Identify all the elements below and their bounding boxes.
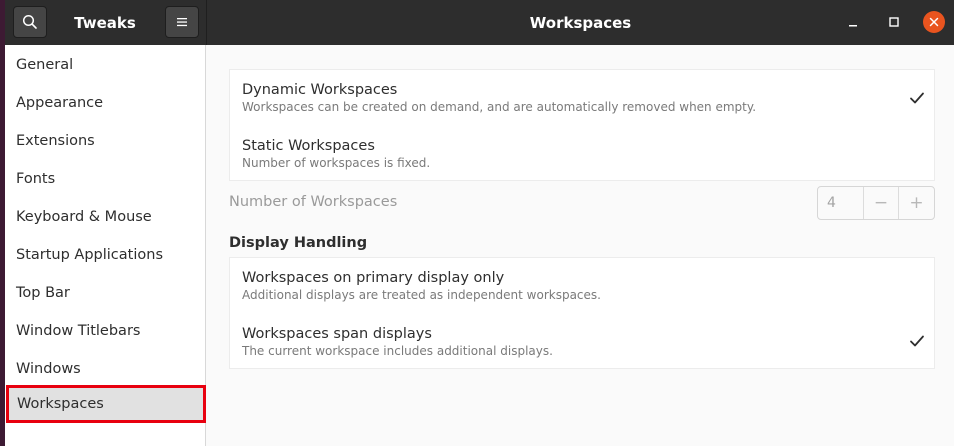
minimize-icon <box>849 25 857 27</box>
sidebar-item-appearance[interactable]: Appearance <box>5 84 206 122</box>
tweaks-window: Tweaks Workspaces General Appearance Ext… <box>5 0 954 446</box>
close-icon <box>929 17 939 27</box>
sidebar-item-workspaces[interactable]: Workspaces <box>6 385 206 423</box>
workspace-mode-list: Dynamic Workspaces Workspaces can be cre… <box>229 69 935 181</box>
option-title: Dynamic Workspaces <box>242 82 398 98</box>
checkmark-icon <box>910 92 924 104</box>
decrement-button[interactable]: − <box>864 187 899 219</box>
workspace-count-input[interactable]: 4 <box>818 187 864 219</box>
minimize-button[interactable] <box>842 11 864 33</box>
header-bar: Tweaks Workspaces <box>5 0 954 45</box>
increment-button[interactable]: + <box>899 187 934 219</box>
option-title: Static Workspaces <box>242 138 375 154</box>
sidebar-item-label: General <box>16 57 74 73</box>
sidebar-item-label: Extensions <box>16 133 95 149</box>
option-subtitle: The current workspace includes additiona… <box>242 344 553 358</box>
sidebar-item-label: Keyboard & Mouse <box>16 209 152 225</box>
number-of-workspaces-label: Number of Workspaces <box>229 194 398 210</box>
sidebar-item-window-titlebars[interactable]: Window Titlebars <box>5 312 206 350</box>
display-handling-list: Workspaces on primary display only Addit… <box>229 257 935 369</box>
search-button[interactable] <box>13 6 47 38</box>
option-title: Workspaces span displays <box>242 326 432 342</box>
option-subtitle: Workspaces can be created on demand, and… <box>242 100 757 114</box>
sidebar: General Appearance Extensions Fonts Keyb… <box>5 45 206 446</box>
sidebar-item-general[interactable]: General <box>5 46 206 84</box>
dynamic-workspaces-option[interactable]: Dynamic Workspaces Workspaces can be cre… <box>230 70 936 126</box>
sidebar-item-fonts[interactable]: Fonts <box>5 160 206 198</box>
sidebar-item-extensions[interactable]: Extensions <box>5 122 206 160</box>
workspaces-panel: Dynamic Workspaces Workspaces can be cre… <box>207 45 954 446</box>
sidebar-item-label: Window Titlebars <box>16 323 141 339</box>
sidebar-item-label: Workspaces <box>17 396 104 412</box>
sidebar-item-windows[interactable]: Windows <box>5 350 206 388</box>
sidebar-item-label: Startup Applications <box>16 247 163 263</box>
option-subtitle: Additional displays are treated as indep… <box>242 288 601 302</box>
option-subtitle: Number of workspaces is fixed. <box>242 156 431 170</box>
sidebar-item-label: Fonts <box>16 171 56 187</box>
primary-display-only-option[interactable]: Workspaces on primary display only Addit… <box>230 258 936 314</box>
close-button[interactable] <box>923 11 945 33</box>
hamburger-menu-icon <box>177 18 187 27</box>
sidebar-item-label: Top Bar <box>16 285 70 301</box>
sidebar-item-top-bar[interactable]: Top Bar <box>5 274 206 312</box>
maximize-icon <box>889 17 899 27</box>
checkmark-icon <box>910 335 924 347</box>
maximize-button[interactable] <box>883 11 905 33</box>
number-of-workspaces-stepper: 4 − + <box>817 186 935 220</box>
sidebar-item-keyboard-mouse[interactable]: Keyboard & Mouse <box>5 198 206 236</box>
menu-button[interactable] <box>165 6 199 38</box>
sidebar-item-label: Appearance <box>16 95 104 111</box>
display-handling-heading: Display Handling <box>229 235 368 251</box>
sidebar-title: Tweaks <box>74 13 136 32</box>
span-displays-option[interactable]: Workspaces span displays The current wor… <box>230 314 936 370</box>
sidebar-item-startup-applications[interactable]: Startup Applications <box>5 236 206 274</box>
option-title: Workspaces on primary display only <box>242 270 505 286</box>
search-icon <box>22 14 37 29</box>
sidebar-item-label: Windows <box>16 361 81 377</box>
static-workspaces-option[interactable]: Static Workspaces Number of workspaces i… <box>230 126 936 182</box>
